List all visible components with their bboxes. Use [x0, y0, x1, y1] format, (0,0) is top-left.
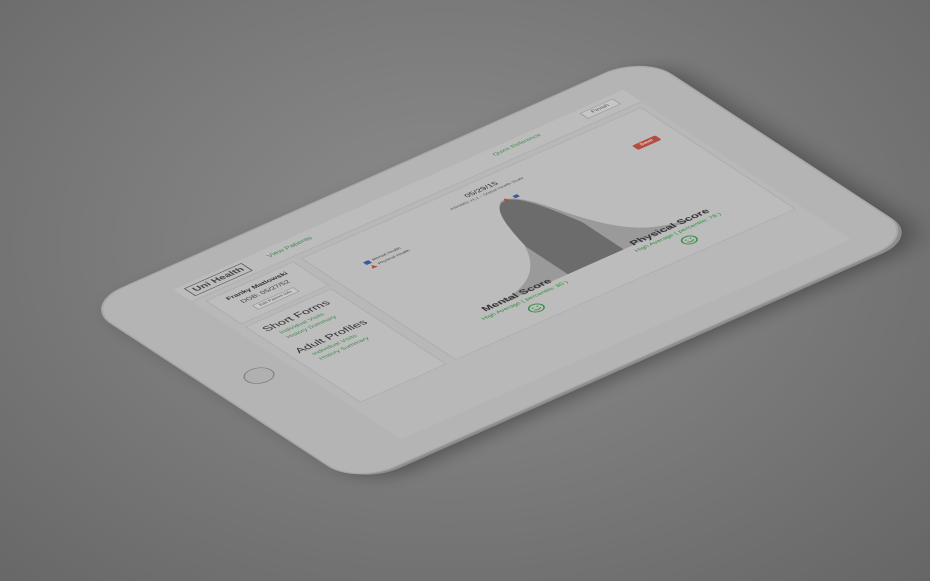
mental-marker — [512, 194, 521, 199]
finish-button[interactable]: Finish — [579, 98, 622, 119]
smile-icon — [527, 303, 545, 313]
tablet-device: Uni Health View Patients Quick Reference… — [85, 57, 915, 484]
home-button[interactable] — [237, 364, 281, 388]
save-button[interactable]: Save — [632, 135, 662, 150]
legend-swatch-triangle-icon — [368, 263, 378, 269]
tablet-screen: Uni Health View Patients Quick Reference… — [173, 89, 852, 440]
smile-icon — [680, 235, 698, 245]
